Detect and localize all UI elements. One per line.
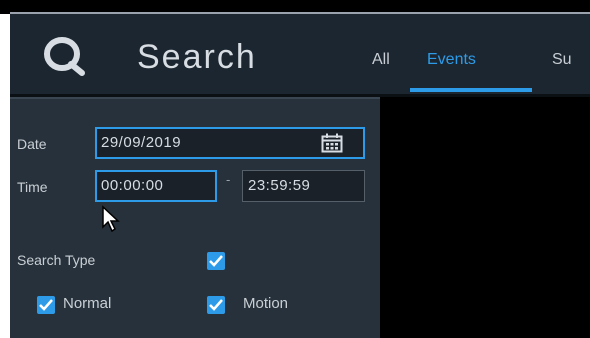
active-tab-indicator (410, 88, 532, 92)
search-icon (44, 37, 85, 76)
dvr-window: Search All Events Su Date 29/09/2019 Tim… (0, 0, 590, 338)
page-title: Search (137, 38, 257, 76)
search-type-checkbox[interactable] (207, 252, 225, 270)
end-time-field[interactable]: 23:59:59 (242, 170, 365, 202)
time-range-separator: - (226, 172, 231, 187)
checkmark-icon (209, 299, 223, 311)
start-time-field[interactable]: 00:00:00 (95, 170, 217, 202)
date-label: Date (17, 136, 47, 152)
search-type-label: Search Type (17, 252, 96, 268)
checkmark-icon (39, 299, 53, 311)
normal-checkbox[interactable] (37, 296, 55, 314)
mouse-cursor-icon (102, 205, 120, 233)
tab-sub[interactable]: Su (552, 50, 572, 70)
checkmark-icon (209, 255, 223, 267)
motion-label: Motion (243, 295, 289, 312)
normal-label: Normal (63, 295, 112, 312)
motion-checkbox[interactable] (207, 296, 225, 314)
tab-all[interactable]: All (372, 50, 390, 70)
tab-events[interactable]: Events (427, 50, 476, 70)
search-header (10, 14, 590, 94)
calendar-icon[interactable] (321, 133, 343, 153)
time-label: Time (17, 179, 48, 195)
